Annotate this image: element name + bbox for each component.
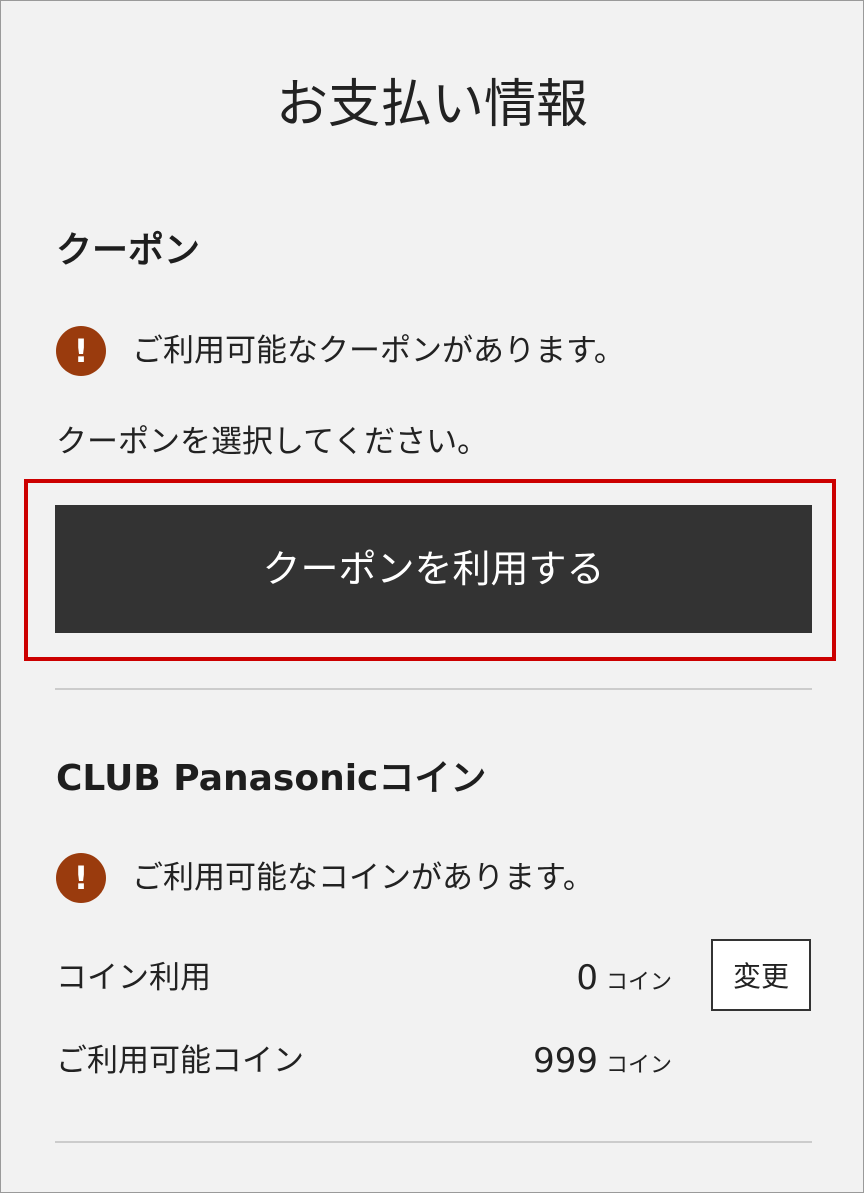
coin-notice: ! ご利用可能なコインがあります。 bbox=[56, 852, 594, 904]
section-divider bbox=[55, 1141, 812, 1143]
coin-section-heading: CLUB Panasonicコイン bbox=[56, 758, 487, 799]
use-coupon-button[interactable]: クーポンを利用する bbox=[55, 505, 812, 633]
exclamation-icon: ! bbox=[56, 326, 106, 376]
coupon-notice: ! ご利用可能なクーポンがあります。 bbox=[56, 325, 625, 377]
coin-use-value: 0 コイン bbox=[576, 953, 672, 1008]
coin-unit: コイン bbox=[605, 970, 672, 995]
available-coin-amount: 999 bbox=[533, 1041, 598, 1081]
coin-use-label: コイン利用 bbox=[56, 960, 211, 996]
coupon-instruction: クーポンを選択してください。 bbox=[56, 424, 489, 460]
change-button[interactable]: 変更 bbox=[711, 939, 811, 1011]
page-title: お支払い情報 bbox=[275, 75, 588, 135]
coupon-section-heading: クーポン bbox=[56, 230, 201, 271]
coin-unit: コイン bbox=[605, 1053, 672, 1078]
coin-use-amount: 0 bbox=[576, 958, 598, 998]
exclamation-icon: ! bbox=[56, 853, 106, 903]
coupon-notice-text: ご利用可能なクーポンがあります。 bbox=[132, 333, 625, 369]
available-coin-value: 999 コイン bbox=[533, 1036, 672, 1091]
available-coin-label: ご利用可能コイン bbox=[56, 1043, 304, 1079]
section-divider bbox=[55, 688, 812, 690]
coin-notice-text: ご利用可能なコインがあります。 bbox=[132, 860, 594, 896]
